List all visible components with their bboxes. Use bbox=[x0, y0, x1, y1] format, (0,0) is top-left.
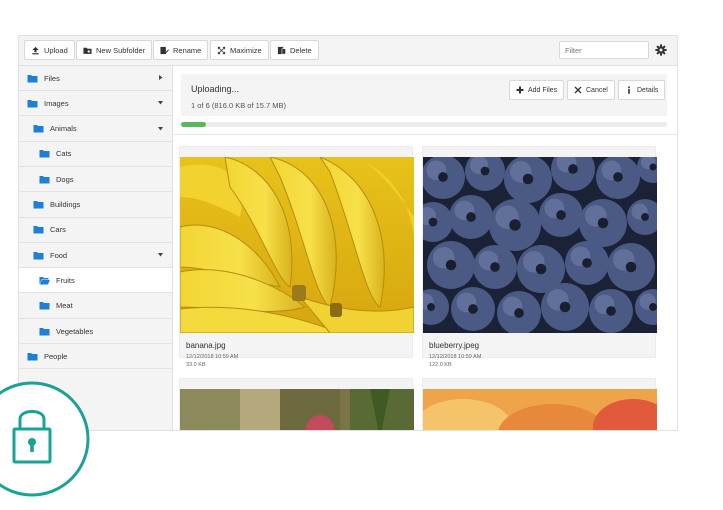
chevron-down-icon[interactable] bbox=[157, 125, 164, 132]
file-name: banana.jpg bbox=[186, 341, 226, 350]
folder-icon bbox=[39, 302, 50, 310]
file-card-banana[interactable]: banana.jpg 12/12/2018 10:59 AM 33.0 KB bbox=[179, 146, 414, 368]
sidebar-item-label: People bbox=[44, 351, 68, 361]
sidebar-item-label: Animals bbox=[50, 124, 77, 134]
file-date: 12/12/2018 10:59 AM bbox=[186, 354, 239, 360]
folder-icon bbox=[33, 251, 44, 260]
upload-button[interactable]: Upload bbox=[24, 40, 75, 60]
sidebar-item-label: Images bbox=[44, 98, 69, 108]
sidebar-item-fruits[interactable]: Fruits bbox=[19, 268, 172, 294]
banana-thumbnail bbox=[180, 157, 414, 333]
chevron-down-icon[interactable] bbox=[157, 251, 164, 258]
sidebar-item-cars[interactable]: Cars bbox=[19, 218, 172, 243]
sidebar-item-cats[interactable]: Cats bbox=[19, 142, 172, 167]
blueberry-thumbnail bbox=[423, 157, 657, 333]
upload-button-label: Upload bbox=[44, 45, 68, 55]
close-icon bbox=[574, 86, 582, 94]
plus-icon bbox=[516, 86, 524, 94]
details-label: Details bbox=[637, 86, 659, 94]
image-thumbnail bbox=[180, 389, 414, 430]
folder-icon bbox=[27, 99, 38, 108]
upload-status: 1 of 6 (816.0 KB of 15.7 MB) bbox=[191, 101, 287, 110]
file-name: blueberry.jpeg bbox=[429, 341, 480, 350]
delete-button[interactable]: Delete bbox=[270, 40, 319, 60]
sidebar-item-food[interactable]: Food bbox=[19, 243, 172, 269]
sidebar-item-label: Vegetables bbox=[56, 326, 94, 336]
chevron-right-icon[interactable] bbox=[157, 74, 164, 81]
cancel-label: Cancel bbox=[586, 86, 608, 94]
sidebar-item-label: Meat bbox=[56, 301, 73, 311]
add-files-label: Add Files bbox=[528, 86, 558, 94]
folder-icon bbox=[39, 327, 50, 335]
folder-icon bbox=[39, 175, 50, 184]
folder-icon bbox=[27, 74, 38, 82]
folder-icon bbox=[33, 201, 44, 209]
new-folder-icon bbox=[83, 47, 92, 54]
file-card-partial[interactable] bbox=[179, 378, 414, 430]
sidebar-item-label: Fruits bbox=[56, 275, 75, 285]
toolbar: Upload New Subfolder Rename Maximize Del… bbox=[19, 36, 677, 66]
sidebar-item-label: Cars bbox=[50, 225, 66, 235]
folder-icon bbox=[39, 150, 50, 158]
folder-tree: Files Images Animals Cats Dogs Buildings Cars F… bbox=[19, 66, 173, 430]
file-size: 33.0 KB bbox=[186, 362, 206, 368]
upload-icon bbox=[32, 46, 39, 54]
rename-button[interactable]: Rename bbox=[153, 40, 209, 60]
gear-icon[interactable] bbox=[655, 44, 667, 56]
maximize-icon bbox=[217, 46, 226, 54]
sidebar-item-people[interactable]: People bbox=[19, 344, 172, 370]
sidebar-item-label: Food bbox=[50, 250, 68, 260]
upload-panel: Uploading... 1 of 6 (816.0 KB of 15.7 MB… bbox=[181, 74, 667, 116]
folder-icon bbox=[27, 352, 38, 361]
sidebar-item-dogs[interactable]: Dogs bbox=[19, 167, 172, 193]
file-manager-window: Upload New Subfolder Rename Maximize Del… bbox=[18, 35, 678, 431]
add-files-button[interactable]: Add Files bbox=[509, 80, 565, 100]
sidebar-item-label: Buildings bbox=[50, 200, 81, 209]
details-button[interactable]: Details bbox=[618, 80, 666, 100]
folder-open-icon bbox=[39, 276, 50, 285]
filter-input[interactable] bbox=[559, 41, 649, 59]
sidebar-item-images[interactable]: Images bbox=[19, 91, 172, 117]
rename-button-label: Rename bbox=[173, 45, 202, 55]
folder-icon bbox=[33, 125, 44, 133]
file-card-partial[interactable] bbox=[422, 378, 657, 430]
sidebar-item-label: Cats bbox=[56, 149, 72, 159]
lock-icon bbox=[0, 381, 90, 497]
file-size: 122.0 KB bbox=[429, 362, 452, 368]
info-icon bbox=[628, 86, 630, 94]
upload-title: Uploading... bbox=[191, 84, 240, 94]
upload-progress-fill bbox=[181, 122, 207, 127]
new-subfolder-button[interactable]: New Subfolder bbox=[76, 40, 153, 60]
sidebar-item-meat[interactable]: Meat bbox=[19, 294, 172, 319]
main-content: Uploading... 1 of 6 (816.0 KB of 15.7 MB… bbox=[173, 66, 677, 430]
sidebar-item-animals[interactable]: Animals bbox=[19, 117, 172, 142]
sidebar-item-label: Files bbox=[44, 73, 60, 83]
upload-progress-bar bbox=[181, 122, 667, 127]
new-subfolder-button-label: New Subfolder bbox=[96, 45, 146, 55]
file-card-blueberry[interactable]: blueberry.jpeg 12/12/2018 10:59 AM 122.0… bbox=[422, 146, 657, 368]
folder-icon bbox=[33, 226, 44, 234]
chevron-down-icon[interactable] bbox=[157, 99, 164, 106]
delete-button-label: Delete bbox=[290, 45, 312, 55]
cancel-button[interactable]: Cancel bbox=[567, 80, 615, 100]
rename-icon bbox=[160, 46, 169, 54]
sidebar-item-label: Dogs bbox=[56, 174, 74, 184]
sidebar-item-vegetables[interactable]: Vegetables bbox=[19, 319, 172, 344]
delete-icon bbox=[277, 46, 286, 54]
file-date: 12/12/2018 10:59 AM bbox=[429, 354, 482, 360]
sidebar-item-files[interactable]: Files bbox=[19, 66, 172, 91]
maximize-button[interactable]: Maximize bbox=[210, 40, 269, 60]
divider bbox=[173, 134, 677, 135]
maximize-button-label: Maximize bbox=[230, 45, 262, 55]
sidebar-item-buildings[interactable]: Buildings bbox=[19, 193, 172, 218]
image-thumbnail bbox=[423, 389, 657, 430]
